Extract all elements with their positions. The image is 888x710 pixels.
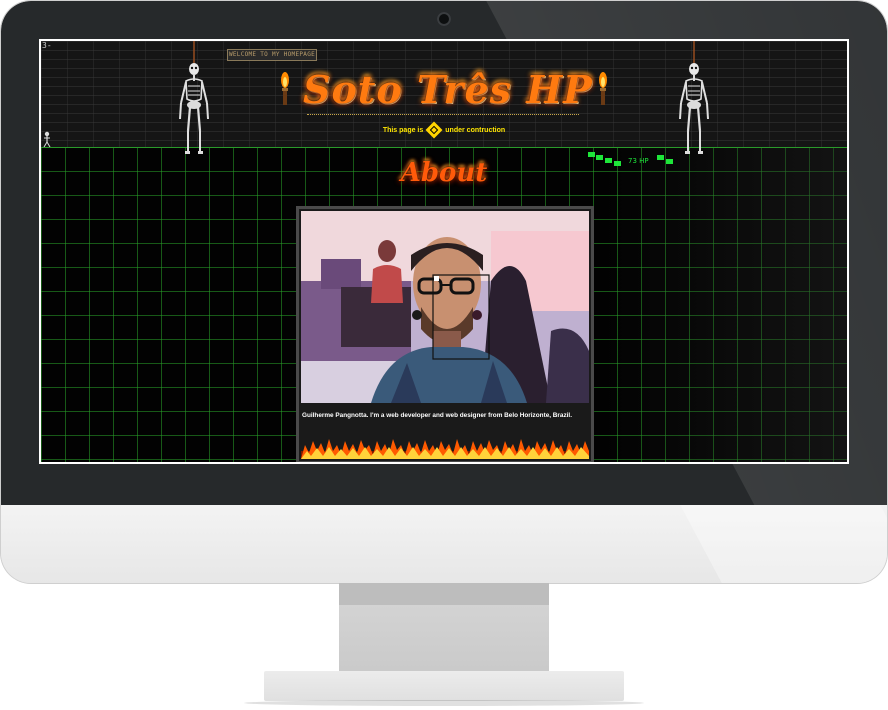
bio-text: Guilherme Pangnotta. I'm a web developer… <box>302 412 572 419</box>
corner-mark: 3- <box>42 41 52 50</box>
hanging-skeleton-icon <box>679 41 709 154</box>
monitor-stand-neck <box>339 583 549 671</box>
green-decoration: 73 HP <box>588 152 673 166</box>
construction-sign-icon <box>425 121 443 139</box>
about-heading: About <box>400 158 488 188</box>
torch-icon <box>599 72 607 105</box>
construction-text-before: This page is <box>382 126 424 134</box>
construction-text-after: under contruction <box>445 126 506 134</box>
profile-card: Guilherme Pangnotta. I'm a web developer… <box>296 206 594 462</box>
green-decoration-text: 73 HP <box>628 157 649 165</box>
torch-icon <box>281 72 289 105</box>
screen: 3- WELCOME TO MY HOMEPAGE Soto Três HP T… <box>39 39 849 464</box>
monitor-stand-base <box>264 671 624 701</box>
welcome-button[interactable]: WELCOME TO MY HOMEPAGE <box>227 49 317 61</box>
dancing-skeleton-icon <box>43 131 51 147</box>
fire-border <box>301 439 589 459</box>
camera-icon <box>437 12 451 26</box>
hanging-skeleton-icon <box>179 41 209 154</box>
construction-notice: This page is under contruction <box>341 121 547 139</box>
title-underline <box>307 114 579 115</box>
profile-photo <box>301 211 589 403</box>
site-title: Soto Três HP <box>303 67 593 112</box>
